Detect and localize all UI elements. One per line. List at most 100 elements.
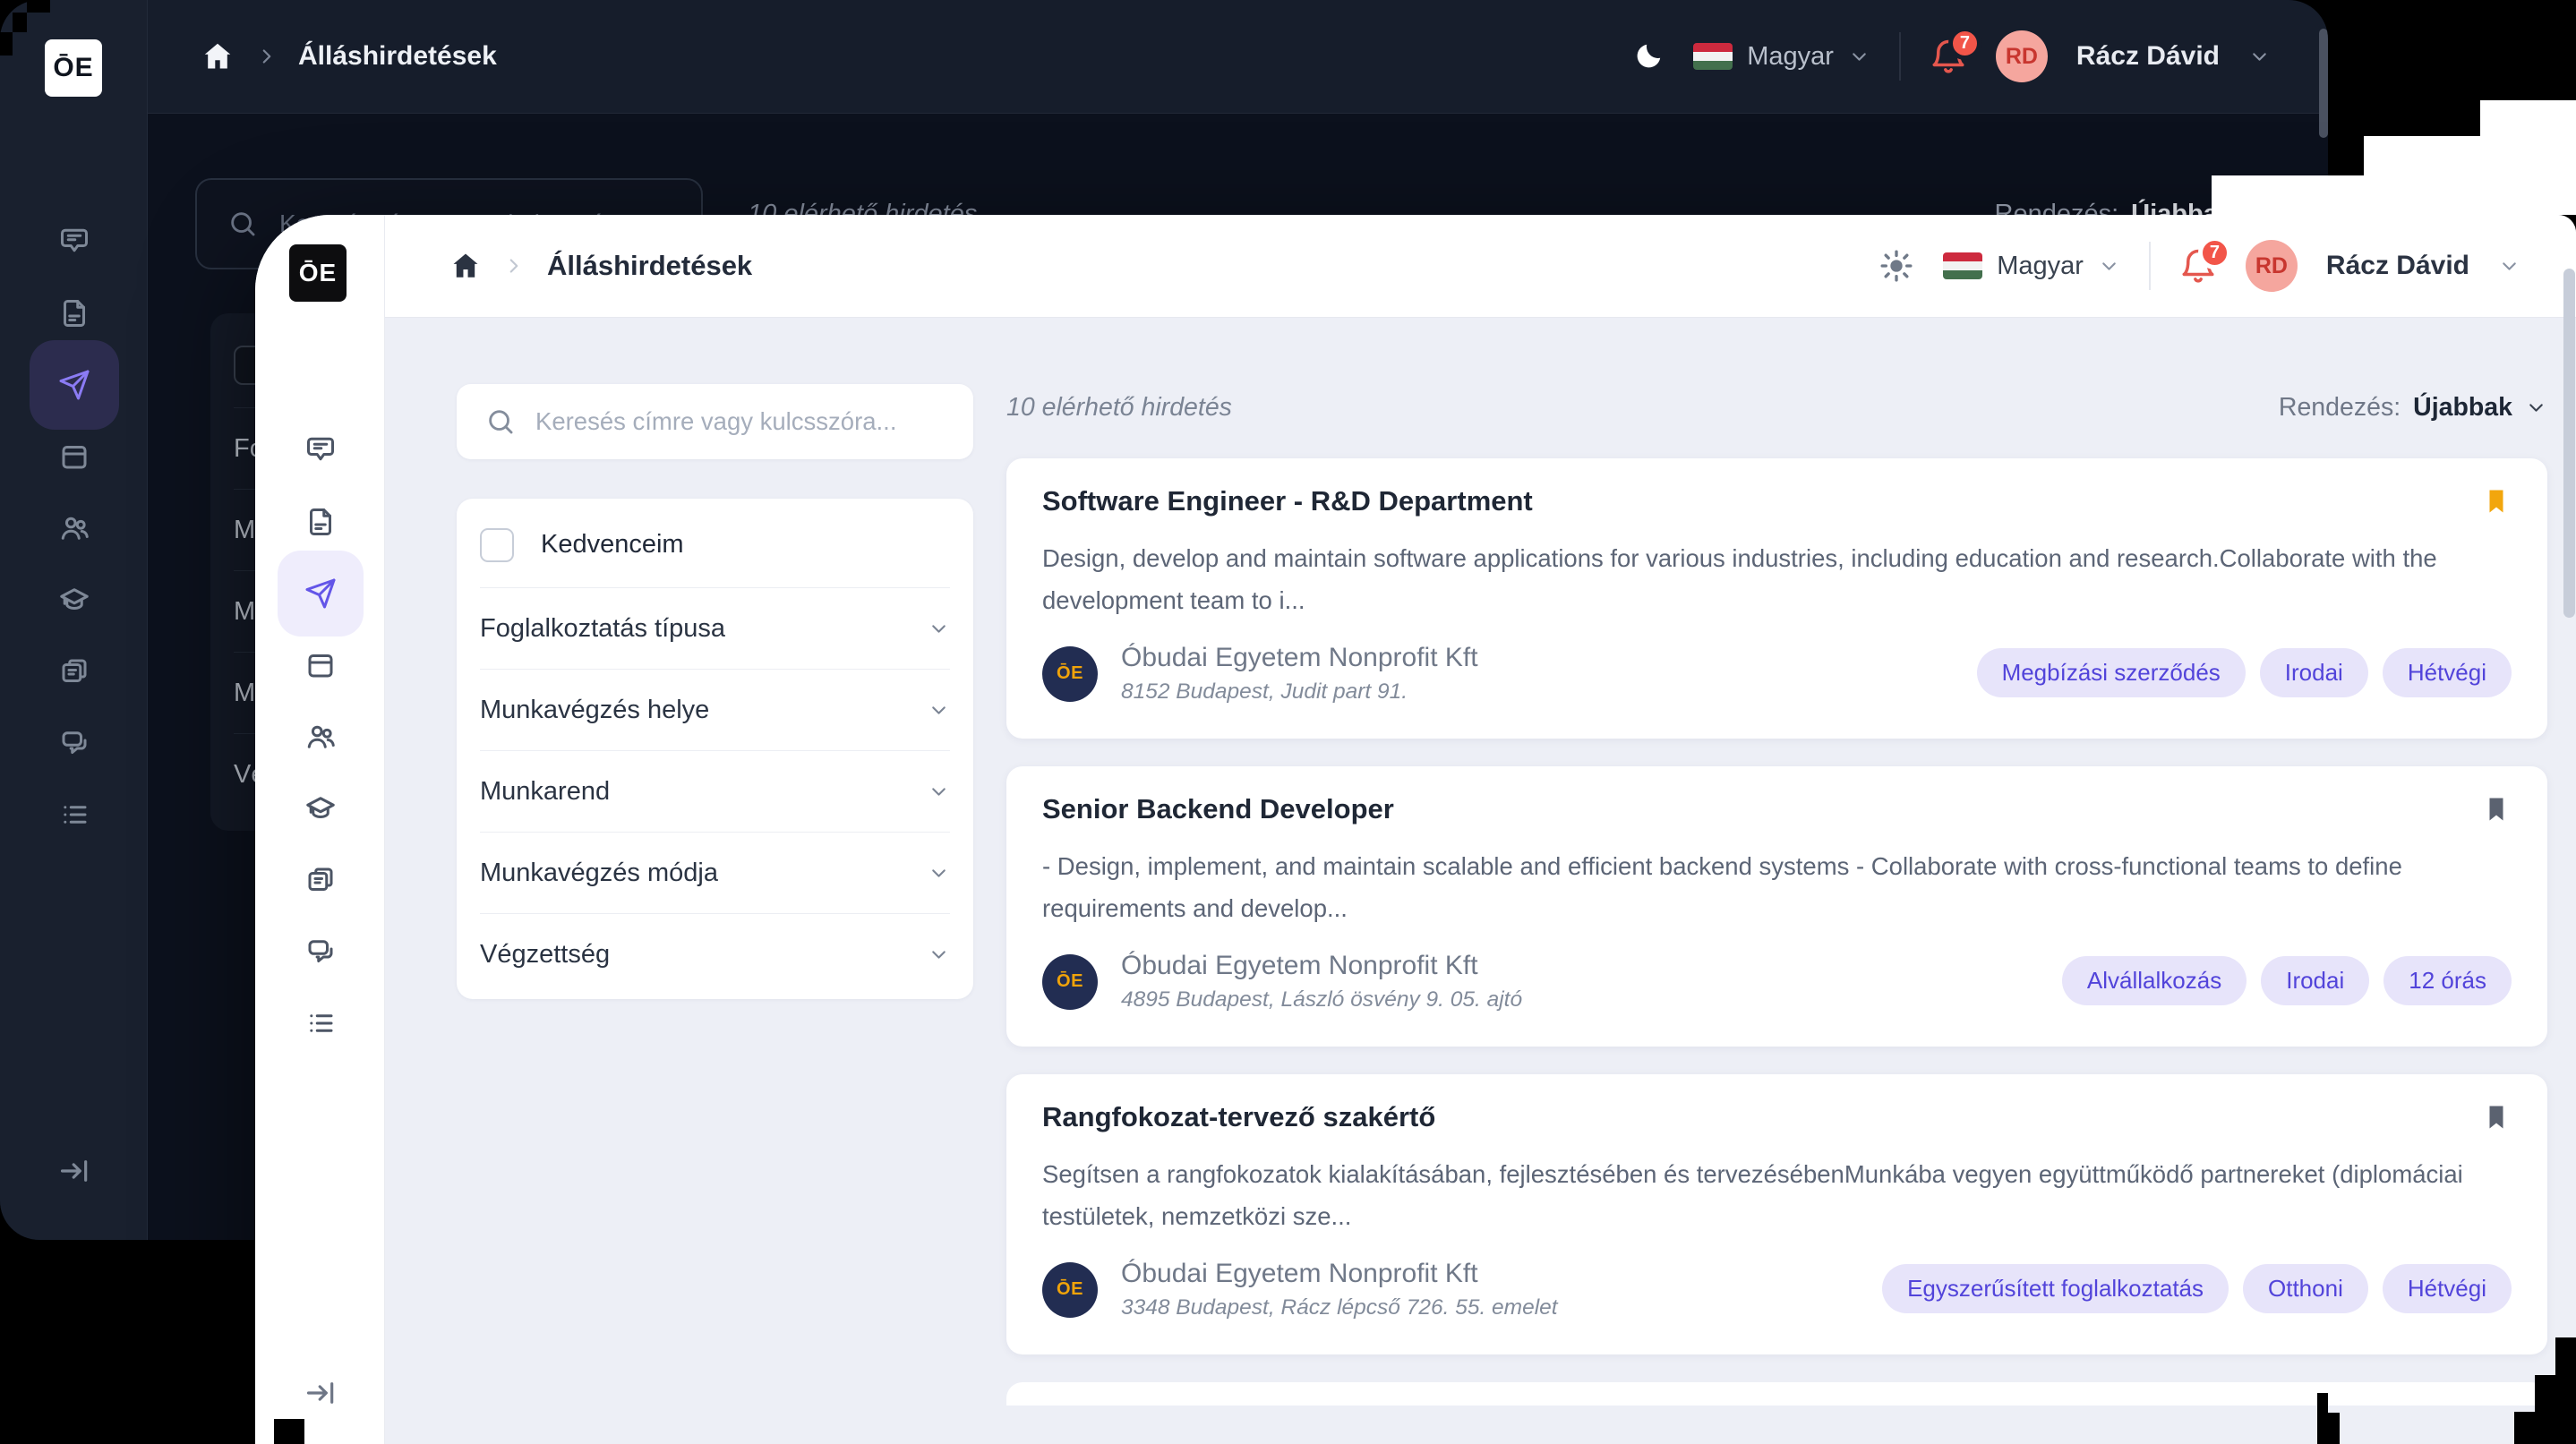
logout-button[interactable] [57,1154,91,1188]
tag-badge: 12 órás [2383,956,2512,1005]
avatar-initials: RD [2255,252,2288,278]
bookmark-button[interactable] [2483,791,2510,827]
company-name: Óbudai Egyetem Nonprofit Kft [1121,643,1478,672]
filter-schedule[interactable]: Munkarend [480,751,950,833]
sidebar-item-users[interactable] [58,512,90,544]
job-card[interactable]: Rangfokozat-tervező szakértő Segítsen a … [1006,1074,2547,1354]
home-icon [450,251,481,281]
sort-value: Újabbak [2413,392,2512,422]
sidebar-item-messages[interactable] [304,434,337,466]
sidebar-item-messages[interactable] [58,226,90,258]
notifications-button[interactable]: 7 [2179,236,2231,285]
sort-dropdown[interactable]: Rendezés: Újabbak [2279,393,2547,423]
sidebar-item-records[interactable] [304,864,337,896]
filter-label: Foglalkoztatás típusa [480,613,726,643]
bookmark-button[interactable] [2483,483,2510,519]
company-logo: ŌE [1042,645,1098,702]
pixel-edge [2212,175,2576,215]
bookmark-button[interactable] [2483,1099,2510,1135]
filter-work-mode[interactable]: Munkavégzés módja [480,833,950,914]
users-icon [304,721,337,753]
breadcrumb: Álláshirdetések [547,250,753,281]
app-logo-text: ŌE [53,53,94,82]
sidebar-item-documents[interactable] [304,506,337,538]
send-icon [304,577,337,610]
theme-toggle-button[interactable] [1879,248,1914,284]
sidebar-item-education[interactable] [304,792,337,825]
sidebar-item-job-ads[interactable] [277,551,364,637]
sort-label: Rendezés: [2278,392,2401,422]
topbar-dark: Álláshirdetések Magyar 7 RD Rácz Dávid [148,0,2328,114]
language-selector[interactable]: Magyar [1943,252,2120,281]
scrollbar-thumb-dark[interactable] [2319,29,2328,138]
filters-column: Kedvenceim Foglalkoztatás típusa Munkavé… [457,384,973,999]
tag-badge: Hétvégi [2382,1264,2512,1313]
chevron-right-icon [255,45,278,68]
next-job-card-partial [1006,1382,2547,1406]
user-menu[interactable]: Rácz Dávid [2076,41,2220,72]
user-menu[interactable]: Rácz Dávid [2326,251,2469,281]
language-selector[interactable]: Magyar [1693,42,1870,72]
sidebar-item-job-ads[interactable] [29,340,119,430]
sidebar-item-chat[interactable] [58,727,90,759]
divider [2148,242,2151,290]
avatar[interactable]: RD [1995,30,2048,82]
graduation-cap-icon [58,584,90,616]
favorites-filter: Kedvenceim [480,502,950,588]
favorites-checkbox[interactable] [480,527,514,562]
notification-badge: 7 [1947,27,1981,60]
clipboard-icon [58,655,90,688]
chevron-down-icon [2498,255,2520,278]
app-logo-text: ŌE [298,259,338,286]
sidebar-item-calendar[interactable] [58,440,90,473]
job-card[interactable]: Senior Backend Developer - Design, imple… [1006,766,2547,1047]
tag-badge: Egyszerűsített foglalkoztatás [1882,1264,2229,1313]
sidebar-item-list[interactable] [304,1007,337,1039]
foreground-app-window: ŌE Álláshirdetések Magyar 7 RD Rácz Dávi… [255,215,2576,1444]
notifications-button[interactable]: 7 [1930,27,1981,75]
clipboard-icon [304,864,337,896]
company-info: ŌE Óbudai Egyetem Nonprofit Kft 4895 Bud… [1042,951,1522,1013]
favorites-label: Kedvenceim [541,530,684,559]
graduation-cap-icon [304,792,337,825]
pixel-edge [274,1419,304,1444]
sidebar-item-records[interactable] [58,655,90,688]
sidebar-item-calendar[interactable] [304,649,337,681]
sidebar-item-users[interactable] [304,721,337,753]
app-logo: ŌE [289,244,347,302]
avatar[interactable]: RD [2245,240,2298,292]
chevron-down-icon [928,781,950,803]
company-address: 4895 Budapest, László ösvény 9. 05. ajtó [1121,987,1523,1012]
job-card[interactable]: Software Engineer - R&D Department Desig… [1006,458,2547,739]
chevron-down-icon [928,618,950,640]
topbar-actions: Magyar 7 RD Rácz Dávid [1632,27,2271,82]
company-name: Óbudai Egyetem Nonprofit Kft [1121,951,1478,980]
sidebar-item-chat[interactable] [304,936,337,968]
logout-button[interactable] [304,1376,338,1410]
chat-bubbles-icon [304,936,337,968]
filter-work-location[interactable]: Munkavégzés helye [480,670,950,751]
send-icon [58,369,90,401]
company-info: ŌE Óbudai Egyetem Nonprofit Kft 8152 Bud… [1042,643,1478,705]
home-breadcrumb-button[interactable] [450,251,481,281]
sidebar-item-list[interactable] [58,799,90,831]
filter-employment-type[interactable]: Foglalkoztatás típusa [480,588,950,670]
sidebar-nav [255,434,385,1039]
sidebar-item-documents[interactable] [58,297,90,329]
sidebar-nav [0,226,148,831]
home-breadcrumb-button[interactable] [201,40,234,73]
sun-icon [1879,248,1914,284]
filter-label: Munkavégzés módja [480,858,718,887]
theme-toggle-button[interactable] [1632,40,1665,73]
content-light: Kedvenceim Foglalkoztatás típusa Munkavé… [385,318,2576,1444]
search-icon [227,209,258,239]
scrollbar-thumb-light[interactable] [2563,269,2575,618]
tag-badge: Alvállalkozás [2061,956,2247,1005]
filter-education[interactable]: Végzettség [480,914,950,995]
topbar-light: Álláshirdetések Magyar 7 RD Rácz Dávid [385,215,2576,318]
sidebar-item-education[interactable] [58,584,90,616]
pixel-edge [2328,1413,2340,1444]
search-input[interactable] [535,407,929,436]
chevron-down-icon [928,699,950,722]
search-box [457,384,973,459]
